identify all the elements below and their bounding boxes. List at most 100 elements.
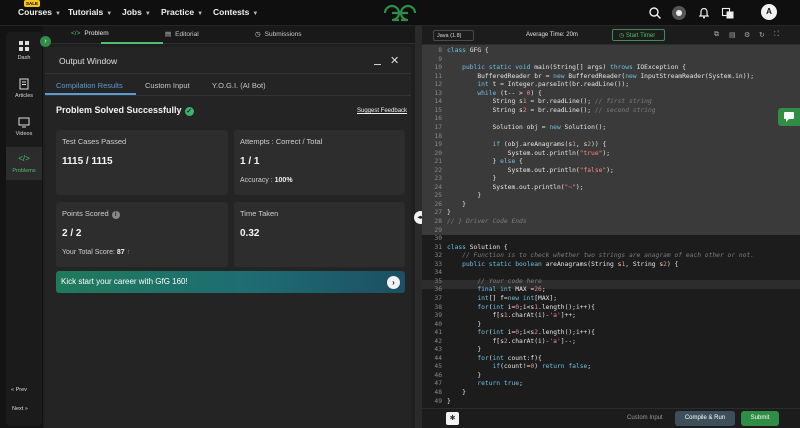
- tab-custom-input[interactable]: Custom Input: [145, 81, 190, 90]
- code-text: }: [447, 192, 482, 200]
- theme-toggle-icon[interactable]: [672, 6, 686, 20]
- arrow-up-icon: ↑: [126, 249, 131, 256]
- language-value: Java (1.8): [437, 33, 462, 39]
- code-text: // Function is to check whether two stri…: [462, 252, 755, 260]
- next-button[interactable]: Next »: [12, 406, 37, 412]
- nav-courses[interactable]: Courses ▼: [18, 7, 61, 17]
- sidebar-item-label: Dash: [17, 55, 31, 61]
- chevron-down-icon: ▼: [106, 11, 113, 17]
- code-text: for(int count:f){: [477, 354, 542, 362]
- status-message: Problem Solved Successfully ✓: [56, 105, 194, 116]
- nav-jobs[interactable]: Jobs ▼: [122, 7, 151, 17]
- nav-contests[interactable]: Contests ▼: [213, 7, 258, 17]
- suggest-feedback-link[interactable]: Suggest Feedback: [357, 108, 407, 114]
- save-icon[interactable]: ▤: [729, 31, 736, 39]
- panel-splitter[interactable]: [415, 26, 422, 428]
- gfg-logo-icon[interactable]: [383, 4, 417, 22]
- sidebar-item-videos[interactable]: Videos: [6, 116, 42, 137]
- sidebar-item-label: Articles: [14, 93, 34, 99]
- code-line[interactable]: 49}: [422, 397, 450, 406]
- start-timer-button[interactable]: ◷ Start Timer: [612, 29, 665, 41]
- reset-icon[interactable]: ↻: [759, 31, 765, 39]
- sidebar-item-articles[interactable]: Articles: [6, 78, 42, 99]
- arrow-right-icon[interactable]: ›: [387, 276, 400, 289]
- tab-yogi-ai-bot[interactable]: Y.O.G.I. (AI Bot): [212, 81, 266, 90]
- code-text: }: [447, 175, 497, 183]
- custom-input-link[interactable]: Custom Input: [627, 415, 663, 421]
- submit-button[interactable]: Submit: [741, 411, 779, 426]
- code-icon: </>: [71, 30, 81, 37]
- tab-submissions[interactable]: ◷ Submissions: [255, 30, 302, 38]
- minimize-icon[interactable]: [374, 64, 381, 65]
- nav-practice-label: Practice: [161, 7, 195, 17]
- accuracy-line: Accuracy : 100%: [240, 177, 293, 184]
- document-icon: ▤: [165, 31, 172, 38]
- bell-icon[interactable]: [697, 6, 711, 20]
- total-score-value: 87: [116, 249, 125, 256]
- settings-icon[interactable]: ⚙: [744, 31, 750, 39]
- dashboard-icon: [19, 41, 29, 51]
- gfg160-banner[interactable]: Kick start your career with GfG 160! ›: [56, 271, 405, 293]
- code-text: class Solution {: [447, 243, 508, 251]
- tab-compilation-results[interactable]: Compilation Results: [56, 81, 123, 90]
- code-text: }: [447, 389, 466, 396]
- tab-problem[interactable]: </> Problem: [71, 30, 109, 37]
- translate-icon[interactable]: [721, 6, 735, 20]
- code-text: while (t-- > 0) {: [477, 89, 542, 97]
- nav-courses-label: Courses: [18, 7, 53, 17]
- code-text: } else {: [447, 158, 523, 166]
- nav-practice[interactable]: Practice ▼: [161, 7, 203, 17]
- fullscreen-icon[interactable]: ⛶: [774, 31, 779, 39]
- chevron-down-icon: ▼: [144, 11, 151, 17]
- article-icon: [19, 78, 29, 90]
- start-timer-label: Start Timer: [625, 33, 656, 39]
- output-window-header: Output Window ✕: [45, 47, 411, 74]
- chevron-down-icon: ▼: [252, 11, 259, 17]
- code-text: }: [447, 209, 451, 217]
- tab-label: Submissions: [264, 31, 302, 38]
- code-text: String s1 = br.readLine(); // first stri…: [447, 98, 652, 106]
- tab-label: Problem: [84, 30, 109, 37]
- code-text: System.out.println("true");: [447, 149, 611, 157]
- nav-tutorials[interactable]: Tutorials ▼: [68, 7, 112, 17]
- tab-editorial[interactable]: ▤ Editorial: [165, 30, 199, 38]
- expand-panel-icon[interactable]: ›: [40, 36, 51, 47]
- code-editor-panel: Java (1.8) Average Time: 20m ◷ Start Tim…: [422, 26, 800, 428]
- attempts-card: Attempts : Correct / Total 1 / 1 Accurac…: [234, 130, 405, 195]
- lightbulb-icon[interactable]: ✱: [446, 412, 459, 425]
- code-line[interactable]: 33 public static boolean areAnagrams(Str…: [422, 260, 678, 269]
- sidebar-item-problems[interactable]: </> Problems: [6, 147, 42, 180]
- code-area[interactable]: 8 class GFG {9 10 public static void main(…: [422, 45, 800, 408]
- nav-contests-label: Contests: [213, 7, 250, 17]
- test-cases-label: Test Cases Passed: [62, 137, 127, 146]
- nav-jobs-label: Jobs: [122, 7, 142, 17]
- active-tab-indicator: [101, 42, 163, 44]
- avatar[interactable]: A: [761, 4, 777, 20]
- compile-run-button[interactable]: Compile & Run: [675, 411, 735, 426]
- output-tabs: Compilation Results Custom Input Y.O.G.I…: [45, 74, 411, 96]
- top-navigation-bar: SALE Courses ▼ Tutorials ▼ Jobs ▼ Practice ▼…: [0, 0, 800, 26]
- editor-bottom-bar: ✱ Custom Input Compile & Run Submit: [422, 408, 800, 428]
- search-icon[interactable]: [648, 6, 662, 20]
- code-text: System.out.println("false");: [447, 166, 614, 174]
- info-icon[interactable]: i: [111, 211, 120, 219]
- close-icon[interactable]: ✕: [390, 54, 399, 67]
- prev-button[interactable]: « Prev: [11, 387, 36, 393]
- code-text: return true;: [477, 380, 523, 388]
- code-line[interactable]: 17 Solution obj = new Solution();: [422, 123, 606, 132]
- sidebar-item-dash[interactable]: Dash: [6, 40, 42, 61]
- language-select[interactable]: Java (1.8): [433, 30, 474, 41]
- nav-tutorials-label: Tutorials: [68, 7, 104, 17]
- code-text: if (obj.areAnagrams(s1, s2)) {: [492, 141, 607, 149]
- test-cases-card: Test Cases Passed 1115 / 1115: [56, 130, 228, 195]
- time-taken-label: Time Taken: [240, 209, 279, 218]
- copy-icon[interactable]: ⧉: [714, 31, 719, 39]
- average-time: Average Time: 20m: [526, 32, 578, 38]
- code-text: System.out.println("~");: [447, 183, 584, 191]
- total-score-label: Your Total Score:: [62, 249, 115, 256]
- time-taken-card: Time Taken 0.32: [234, 202, 405, 267]
- code-line[interactable]: 15 String s2 = br.readLine(); // second …: [422, 106, 655, 115]
- chat-icon[interactable]: [778, 108, 800, 126]
- attempts-value: 1 / 1: [240, 156, 260, 167]
- clock-icon: ◷: [255, 31, 261, 38]
